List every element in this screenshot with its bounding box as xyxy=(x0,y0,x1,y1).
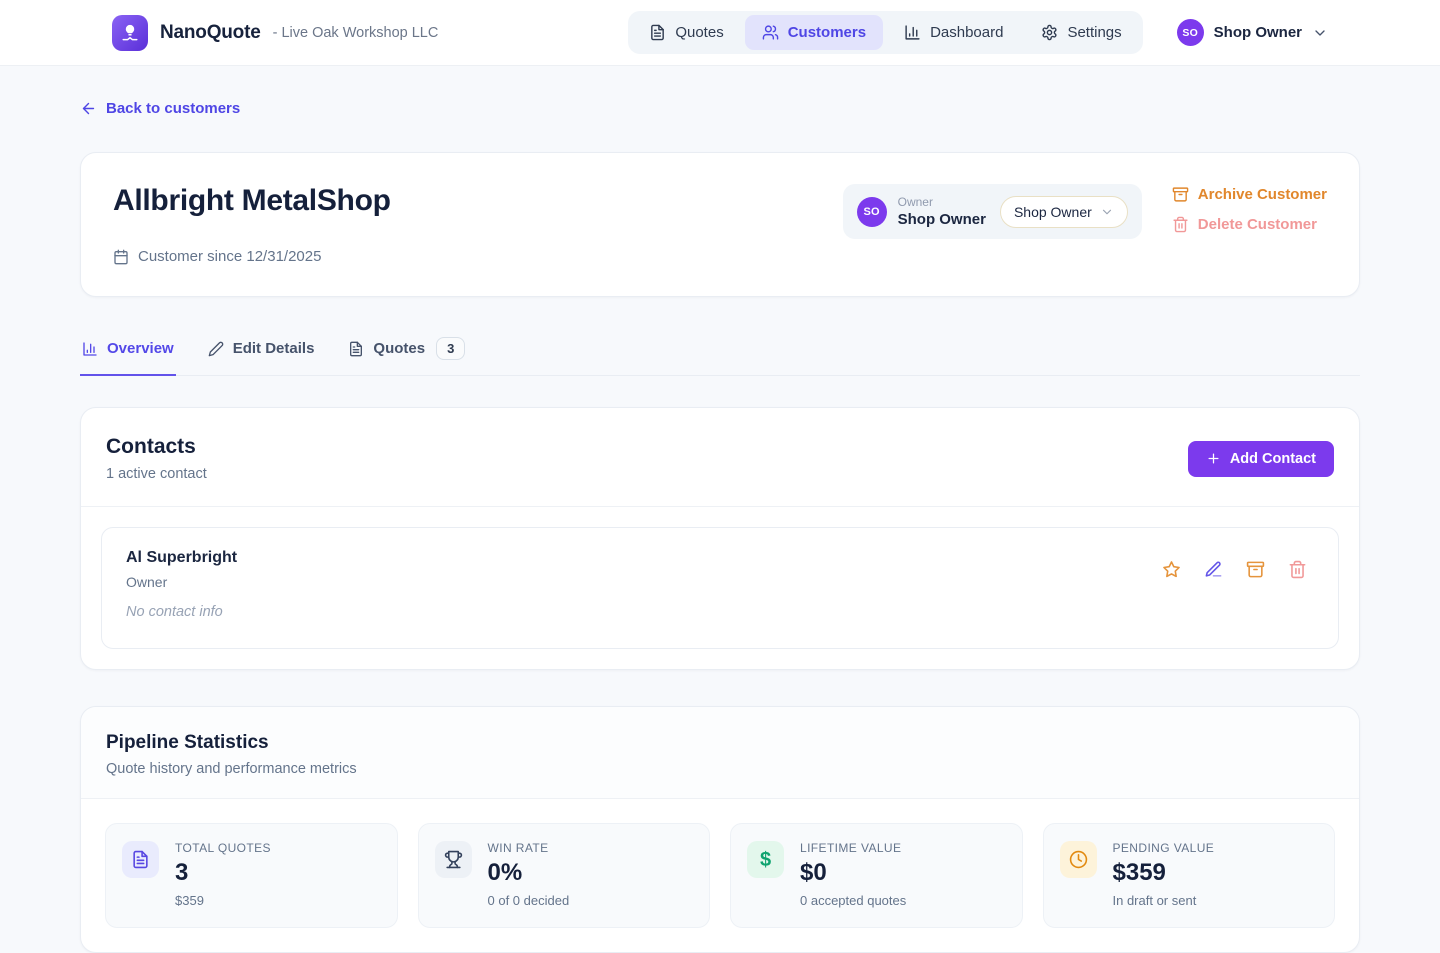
owner-avatar: SO xyxy=(857,197,887,227)
tab-overview[interactable]: Overview xyxy=(80,335,176,376)
tab-quotes[interactable]: Quotes 3 xyxy=(346,335,467,376)
customer-name: Allbright MetalShop xyxy=(113,184,843,218)
gear-icon xyxy=(1041,24,1058,41)
stat-label: PENDING VALUE xyxy=(1113,841,1215,855)
stat-value: 3 xyxy=(175,859,271,887)
nav-item-settings[interactable]: Settings xyxy=(1024,15,1138,50)
main-nav: Quotes Customers Dashboard Settings xyxy=(628,11,1142,54)
bar-chart-icon xyxy=(904,24,921,41)
stat-card-total-quotes: TOTAL QUOTES 3 $359 xyxy=(105,823,398,928)
stat-value: $359 xyxy=(1113,859,1215,887)
bar-chart-icon xyxy=(82,341,98,357)
calendar-icon xyxy=(113,249,129,265)
pipeline-statistics-section: Pipeline Statistics Quote history and pe… xyxy=(80,706,1360,953)
archive-icon xyxy=(1172,186,1189,203)
stat-card-win-rate: WIN RATE 0% 0 of 0 decided xyxy=(418,823,711,928)
stat-card-lifetime-value: $ LIFETIME VALUE $0 0 accepted quotes xyxy=(730,823,1023,928)
pipeline-title: Pipeline Statistics xyxy=(106,732,1334,754)
delete-contact-button[interactable] xyxy=(1288,560,1307,579)
app-name: NanoQuote xyxy=(160,22,261,44)
owner-name: Shop Owner xyxy=(898,211,986,228)
user-menu[interactable]: SO Shop Owner xyxy=(1177,19,1328,46)
stat-label: WIN RATE xyxy=(488,841,570,855)
trophy-icon xyxy=(435,841,472,878)
chevron-down-icon xyxy=(1312,25,1328,41)
trash-icon xyxy=(1288,560,1307,579)
edit-contact-button[interactable] xyxy=(1204,560,1223,579)
delete-customer-label: Delete Customer xyxy=(1198,216,1317,233)
stat-label: TOTAL QUOTES xyxy=(175,841,271,855)
nav-item-customers[interactable]: Customers xyxy=(745,15,883,50)
nav-label: Customers xyxy=(788,24,866,41)
app-logo-icon xyxy=(112,15,148,51)
file-text-icon xyxy=(649,24,666,41)
contact-name: Al Superbright xyxy=(126,549,237,567)
nav-label: Quotes xyxy=(675,24,723,41)
file-text-icon xyxy=(122,841,159,878)
star-contact-button[interactable] xyxy=(1162,560,1181,579)
archive-customer-button[interactable]: Archive Customer xyxy=(1172,186,1327,203)
pipeline-subtitle: Quote history and performance metrics xyxy=(106,761,1334,777)
arrow-left-icon xyxy=(80,100,97,117)
plus-icon xyxy=(1206,451,1221,466)
stat-card-pending-value: PENDING VALUE $359 In draft or sent xyxy=(1043,823,1336,928)
brand: NanoQuote - Live Oak Workshop LLC xyxy=(112,15,438,51)
contacts-title: Contacts xyxy=(106,435,207,459)
dollar-icon: $ xyxy=(747,841,784,878)
star-icon xyxy=(1162,560,1181,579)
contact-card: Al Superbright Owner No contact info xyxy=(101,527,1339,649)
owner-box: SO Owner Shop Owner Shop Owner xyxy=(843,184,1142,239)
pencil-icon xyxy=(208,341,224,357)
nav-item-quotes[interactable]: Quotes xyxy=(632,15,740,50)
customer-tabs: Overview Edit Details Quotes 3 xyxy=(80,335,1360,376)
customer-since-label: Customer since 12/31/2025 xyxy=(138,248,321,265)
nav-label: Dashboard xyxy=(930,24,1003,41)
stat-value: $0 xyxy=(800,859,906,887)
contacts-section: Contacts 1 active contact Add Contact Al… xyxy=(80,407,1360,670)
nav-label: Settings xyxy=(1067,24,1121,41)
clock-icon xyxy=(1060,841,1097,878)
tab-label: Overview xyxy=(107,340,174,357)
stats-grid: TOTAL QUOTES 3 $359 WIN RATE 0% 0 of 0 d… xyxy=(81,799,1359,952)
file-text-icon xyxy=(348,341,364,357)
add-contact-label: Add Contact xyxy=(1230,451,1316,467)
tab-label: Quotes xyxy=(373,340,425,357)
contacts-subtitle: 1 active contact xyxy=(106,466,207,482)
owner-select-value: Shop Owner xyxy=(1014,204,1092,220)
users-icon xyxy=(762,24,779,41)
pencil-icon xyxy=(1204,560,1223,579)
top-bar: NanoQuote - Live Oak Workshop LLC Quotes… xyxy=(0,0,1440,66)
customer-header-card: Allbright MetalShop Customer since 12/31… xyxy=(80,152,1360,297)
user-name: Shop Owner xyxy=(1214,24,1302,41)
tab-edit-details[interactable]: Edit Details xyxy=(206,335,317,376)
archive-icon xyxy=(1246,560,1265,579)
contact-role: Owner xyxy=(126,574,237,590)
contact-info: No contact info xyxy=(126,604,237,620)
stat-sub: 0 of 0 decided xyxy=(488,893,570,908)
tab-label: Edit Details xyxy=(233,340,315,357)
add-contact-button[interactable]: Add Contact xyxy=(1188,441,1334,477)
owner-select[interactable]: Shop Owner xyxy=(1000,196,1128,228)
user-avatar: SO xyxy=(1177,19,1204,46)
delete-customer-button[interactable]: Delete Customer xyxy=(1172,216,1317,233)
back-to-customers-link[interactable]: Back to customers xyxy=(80,100,240,117)
stat-label: LIFETIME VALUE xyxy=(800,841,906,855)
stat-value: 0% xyxy=(488,859,570,887)
owner-label: Owner xyxy=(898,195,986,209)
customer-since: Customer since 12/31/2025 xyxy=(113,248,843,265)
stat-sub: $359 xyxy=(175,893,271,908)
trash-icon xyxy=(1172,216,1189,233)
archive-contact-button[interactable] xyxy=(1246,560,1265,579)
quotes-count-badge: 3 xyxy=(436,337,465,360)
archive-customer-label: Archive Customer xyxy=(1198,186,1327,203)
stat-sub: 0 accepted quotes xyxy=(800,893,906,908)
back-link-label: Back to customers xyxy=(106,100,240,117)
chevron-down-icon xyxy=(1100,205,1114,219)
nav-item-dashboard[interactable]: Dashboard xyxy=(887,15,1020,50)
stat-sub: In draft or sent xyxy=(1113,893,1215,908)
org-name: - Live Oak Workshop LLC xyxy=(273,25,439,41)
